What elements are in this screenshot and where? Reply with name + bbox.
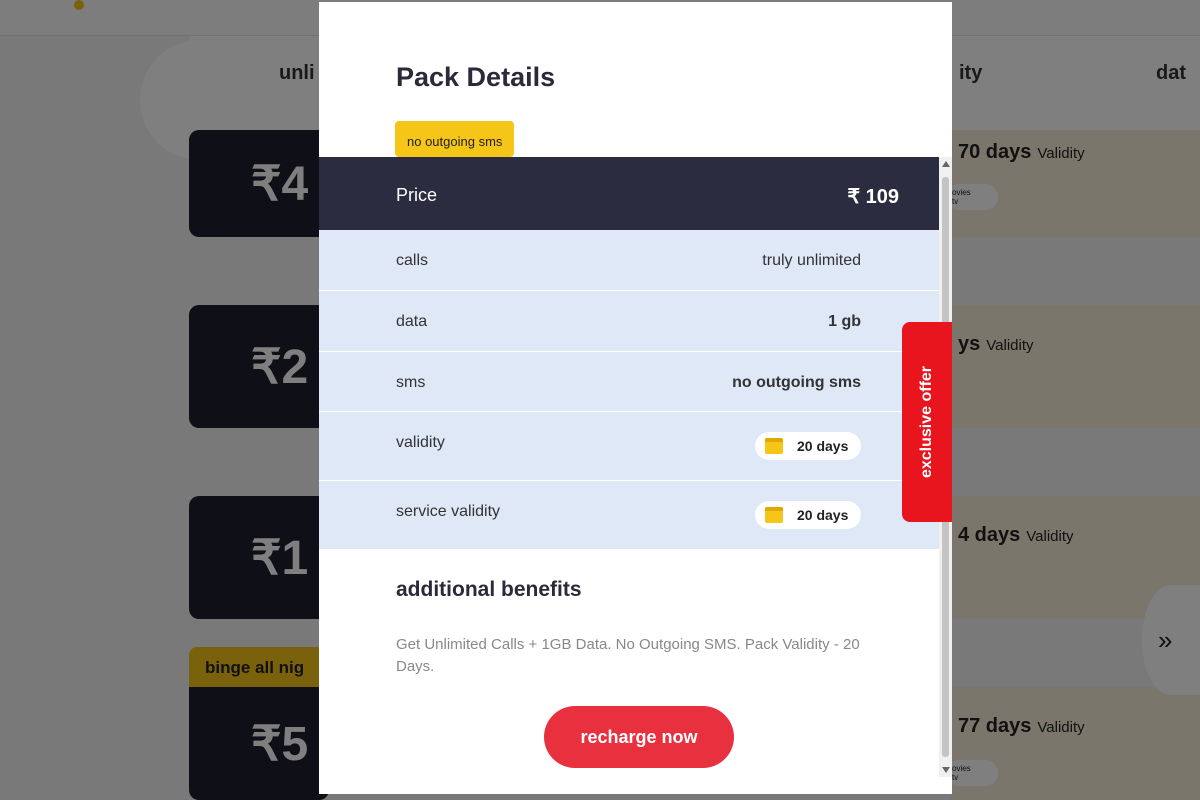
service-validity-value: 20 days [797, 507, 849, 523]
detail-row-sms: sms no outgoing sms [319, 352, 939, 412]
detail-label: calls [396, 252, 429, 269]
detail-label: validity [396, 434, 445, 451]
price-label: Price [396, 185, 438, 205]
service-validity-pill: 20 days [755, 501, 861, 529]
scroll-up-icon[interactable] [942, 161, 950, 167]
benefits-text: Get Unlimited Calls + 1GB Data. No Outgo… [396, 636, 860, 675]
recharge-now-button[interactable]: recharge now [544, 706, 734, 768]
pack-details-modal: Pack Details no outgoing sms Price ₹ 109… [319, 2, 952, 794]
detail-row-validity: validity 20 days [319, 412, 939, 481]
validity-value: 20 days [797, 438, 849, 454]
detail-value: truly unlimited [762, 252, 861, 269]
scroll-down-icon[interactable] [942, 767, 950, 773]
detail-label: data [396, 313, 428, 330]
pack-tag: no outgoing sms [395, 121, 515, 157]
benefits-title: additional benefits [396, 578, 582, 601]
detail-value: 1 gb [828, 313, 861, 330]
calendar-icon [765, 507, 783, 523]
price-row: Price ₹ 109 [319, 157, 939, 230]
detail-label: service validity [396, 503, 501, 520]
detail-value: no outgoing sms [732, 374, 861, 391]
calendar-icon [765, 438, 783, 454]
detail-label: sms [396, 374, 426, 391]
exclusive-offer-label: exclusive offer [918, 365, 935, 479]
detail-row-data: data 1 gb [319, 291, 939, 352]
detail-row-calls: calls truly unlimited [319, 230, 939, 291]
modal-title: Pack Details [396, 62, 556, 92]
validity-pill: 20 days [755, 432, 861, 460]
exclusive-offer-tab[interactable]: exclusive offer [902, 322, 952, 522]
price-value: ₹ 109 [847, 186, 899, 208]
detail-row-service-validity: service validity 20 days [319, 481, 939, 550]
